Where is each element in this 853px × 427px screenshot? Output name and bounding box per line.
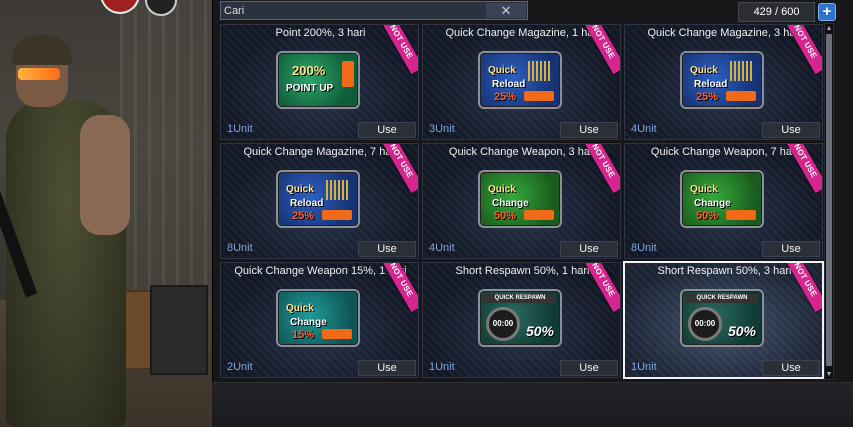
item-unit-count: 1Unit (227, 123, 253, 135)
icon-percent-text: 50% (494, 210, 517, 222)
use-button[interactable]: Use (560, 241, 618, 257)
use-button[interactable]: Use (762, 122, 820, 138)
bullets-icon (326, 180, 348, 200)
icon-banner-text: QUICK RESPAWN (686, 294, 758, 303)
icon-label-text: POINT UP (286, 83, 334, 94)
item-unit-count: 8Unit (631, 242, 657, 254)
icon-banner-text: QUICK RESPAWN (484, 294, 556, 303)
arrow-icon (726, 91, 756, 101)
character-background (0, 0, 212, 427)
quick-respawn-icon: QUICK RESPAWN 00:00 50% (478, 289, 562, 347)
use-button[interactable]: Use (358, 122, 416, 138)
arrow-icon (322, 329, 352, 339)
item-card[interactable]: Quick Change Weapon, 7 hari NOT USE Quick C… (624, 143, 823, 259)
item-unit-count: 3Unit (429, 123, 455, 135)
use-button[interactable]: Use (560, 360, 618, 376)
building-wall (120, 0, 212, 300)
icon-percent-text: 50% (525, 323, 554, 339)
icon-label-text: Quick (690, 65, 718, 76)
quick-reload-icon: Quick Reload 25% (276, 170, 360, 228)
icon-percent-text: 25% (494, 91, 517, 103)
quick-respawn-icon: QUICK RESPAWN 00:00 50% (680, 289, 764, 347)
icon-label-text: Quick (286, 303, 314, 314)
arrow-up-icon (342, 61, 354, 87)
item-unit-count: 2Unit (227, 361, 253, 373)
icon-percent-text: 50% (696, 210, 719, 222)
expand-inventory-button[interactable]: + (818, 3, 836, 21)
icon-label-text: Reload (694, 79, 728, 90)
item-card[interactable]: Point 200%, 3 hari NOT USE 200% POINT UP 1Un… (220, 24, 419, 140)
item-unit-count: 4Unit (631, 123, 657, 135)
quick-change-icon: Quick Change 50% (680, 170, 764, 228)
item-card[interactable]: Quick Change Magazine, 1 hari NOT USE Quic… (422, 24, 621, 140)
item-unit-count: 1Unit (631, 361, 657, 373)
use-button[interactable]: Use (762, 360, 820, 376)
icon-label-text: Change (694, 198, 731, 209)
soldier-goggles (18, 68, 60, 80)
icon-percent-text: 200% (292, 63, 326, 78)
icon-label-text: Reload (290, 198, 324, 209)
search-input[interactable] (224, 3, 484, 18)
icon-percent-text: 15% (292, 329, 315, 341)
icon-percent-text: 25% (292, 210, 315, 222)
icon-label-text: Change (492, 198, 529, 209)
item-unit-count: 1Unit (429, 361, 455, 373)
icon-label-text: Quick (690, 184, 718, 195)
scrollbar[interactable]: ▲ ▼ (824, 23, 834, 380)
clock-icon: 00:00 (688, 307, 722, 341)
icon-percent-text: 25% (696, 91, 719, 103)
icon-percent-text: 50% (727, 323, 756, 339)
item-card[interactable]: Quick Change Magazine, 7 hari NOT USE Quic… (220, 143, 419, 259)
quick-reload-icon: Quick Reload 25% (680, 51, 764, 109)
item-card[interactable]: Quick Change Weapon, 3 hari NOT USE Quick C… (422, 143, 621, 259)
arrow-icon (524, 91, 554, 101)
soldier-helmet (12, 35, 72, 65)
use-button[interactable]: Use (560, 122, 618, 138)
use-button[interactable]: Use (358, 241, 416, 257)
use-button[interactable]: Use (762, 241, 820, 257)
scroll-down-icon[interactable]: ▼ (825, 370, 833, 379)
point-up-icon: 200% POINT UP (276, 51, 360, 109)
icon-label-text: Change (290, 317, 327, 328)
arrow-icon (726, 210, 756, 220)
icon-label-text: Quick (488, 184, 516, 195)
use-button[interactable]: Use (358, 360, 416, 376)
item-card[interactable]: Quick Change Magazine, 3 hari NOT USE Quic… (624, 24, 823, 140)
bullets-icon (528, 61, 550, 81)
item-unit-count: 4Unit (429, 242, 455, 254)
icon-label-text: Quick (286, 184, 314, 195)
search-box: ✕ (220, 1, 528, 20)
bottom-bar (212, 382, 853, 427)
item-card[interactable]: Short Respawn 50%, 1 hari NOT USE QUICK RE… (422, 262, 621, 378)
item-grid: Point 200%, 3 hari NOT USE 200% POINT UP 1Un… (219, 23, 824, 380)
item-unit-count: 8Unit (227, 242, 253, 254)
bullets-icon (730, 61, 752, 81)
arrow-icon (322, 210, 352, 220)
metal-crate (150, 285, 208, 375)
icon-label-text: Reload (492, 79, 526, 90)
clear-search-icon[interactable]: ✕ (486, 3, 526, 18)
arrow-icon (524, 210, 554, 220)
icon-label-text: Quick (488, 65, 516, 76)
quick-change-icon: Quick Change 15% (276, 289, 360, 347)
item-card[interactable]: Short Respawn 50%, 3 hari NOT USE QUICK RE… (623, 261, 824, 379)
soldier-arm (80, 115, 130, 235)
scroll-up-icon[interactable]: ▲ (825, 24, 833, 33)
item-card[interactable]: Quick Change Weapon 15%, 1 hari NOT USE Qu… (220, 262, 419, 378)
quick-reload-icon: Quick Reload 25% (478, 51, 562, 109)
inventory-count: 429 / 600 (738, 2, 815, 22)
quick-change-icon: Quick Change 50% (478, 170, 562, 228)
scrollbar-thumb[interactable] (826, 34, 832, 366)
clock-icon: 00:00 (486, 307, 520, 341)
